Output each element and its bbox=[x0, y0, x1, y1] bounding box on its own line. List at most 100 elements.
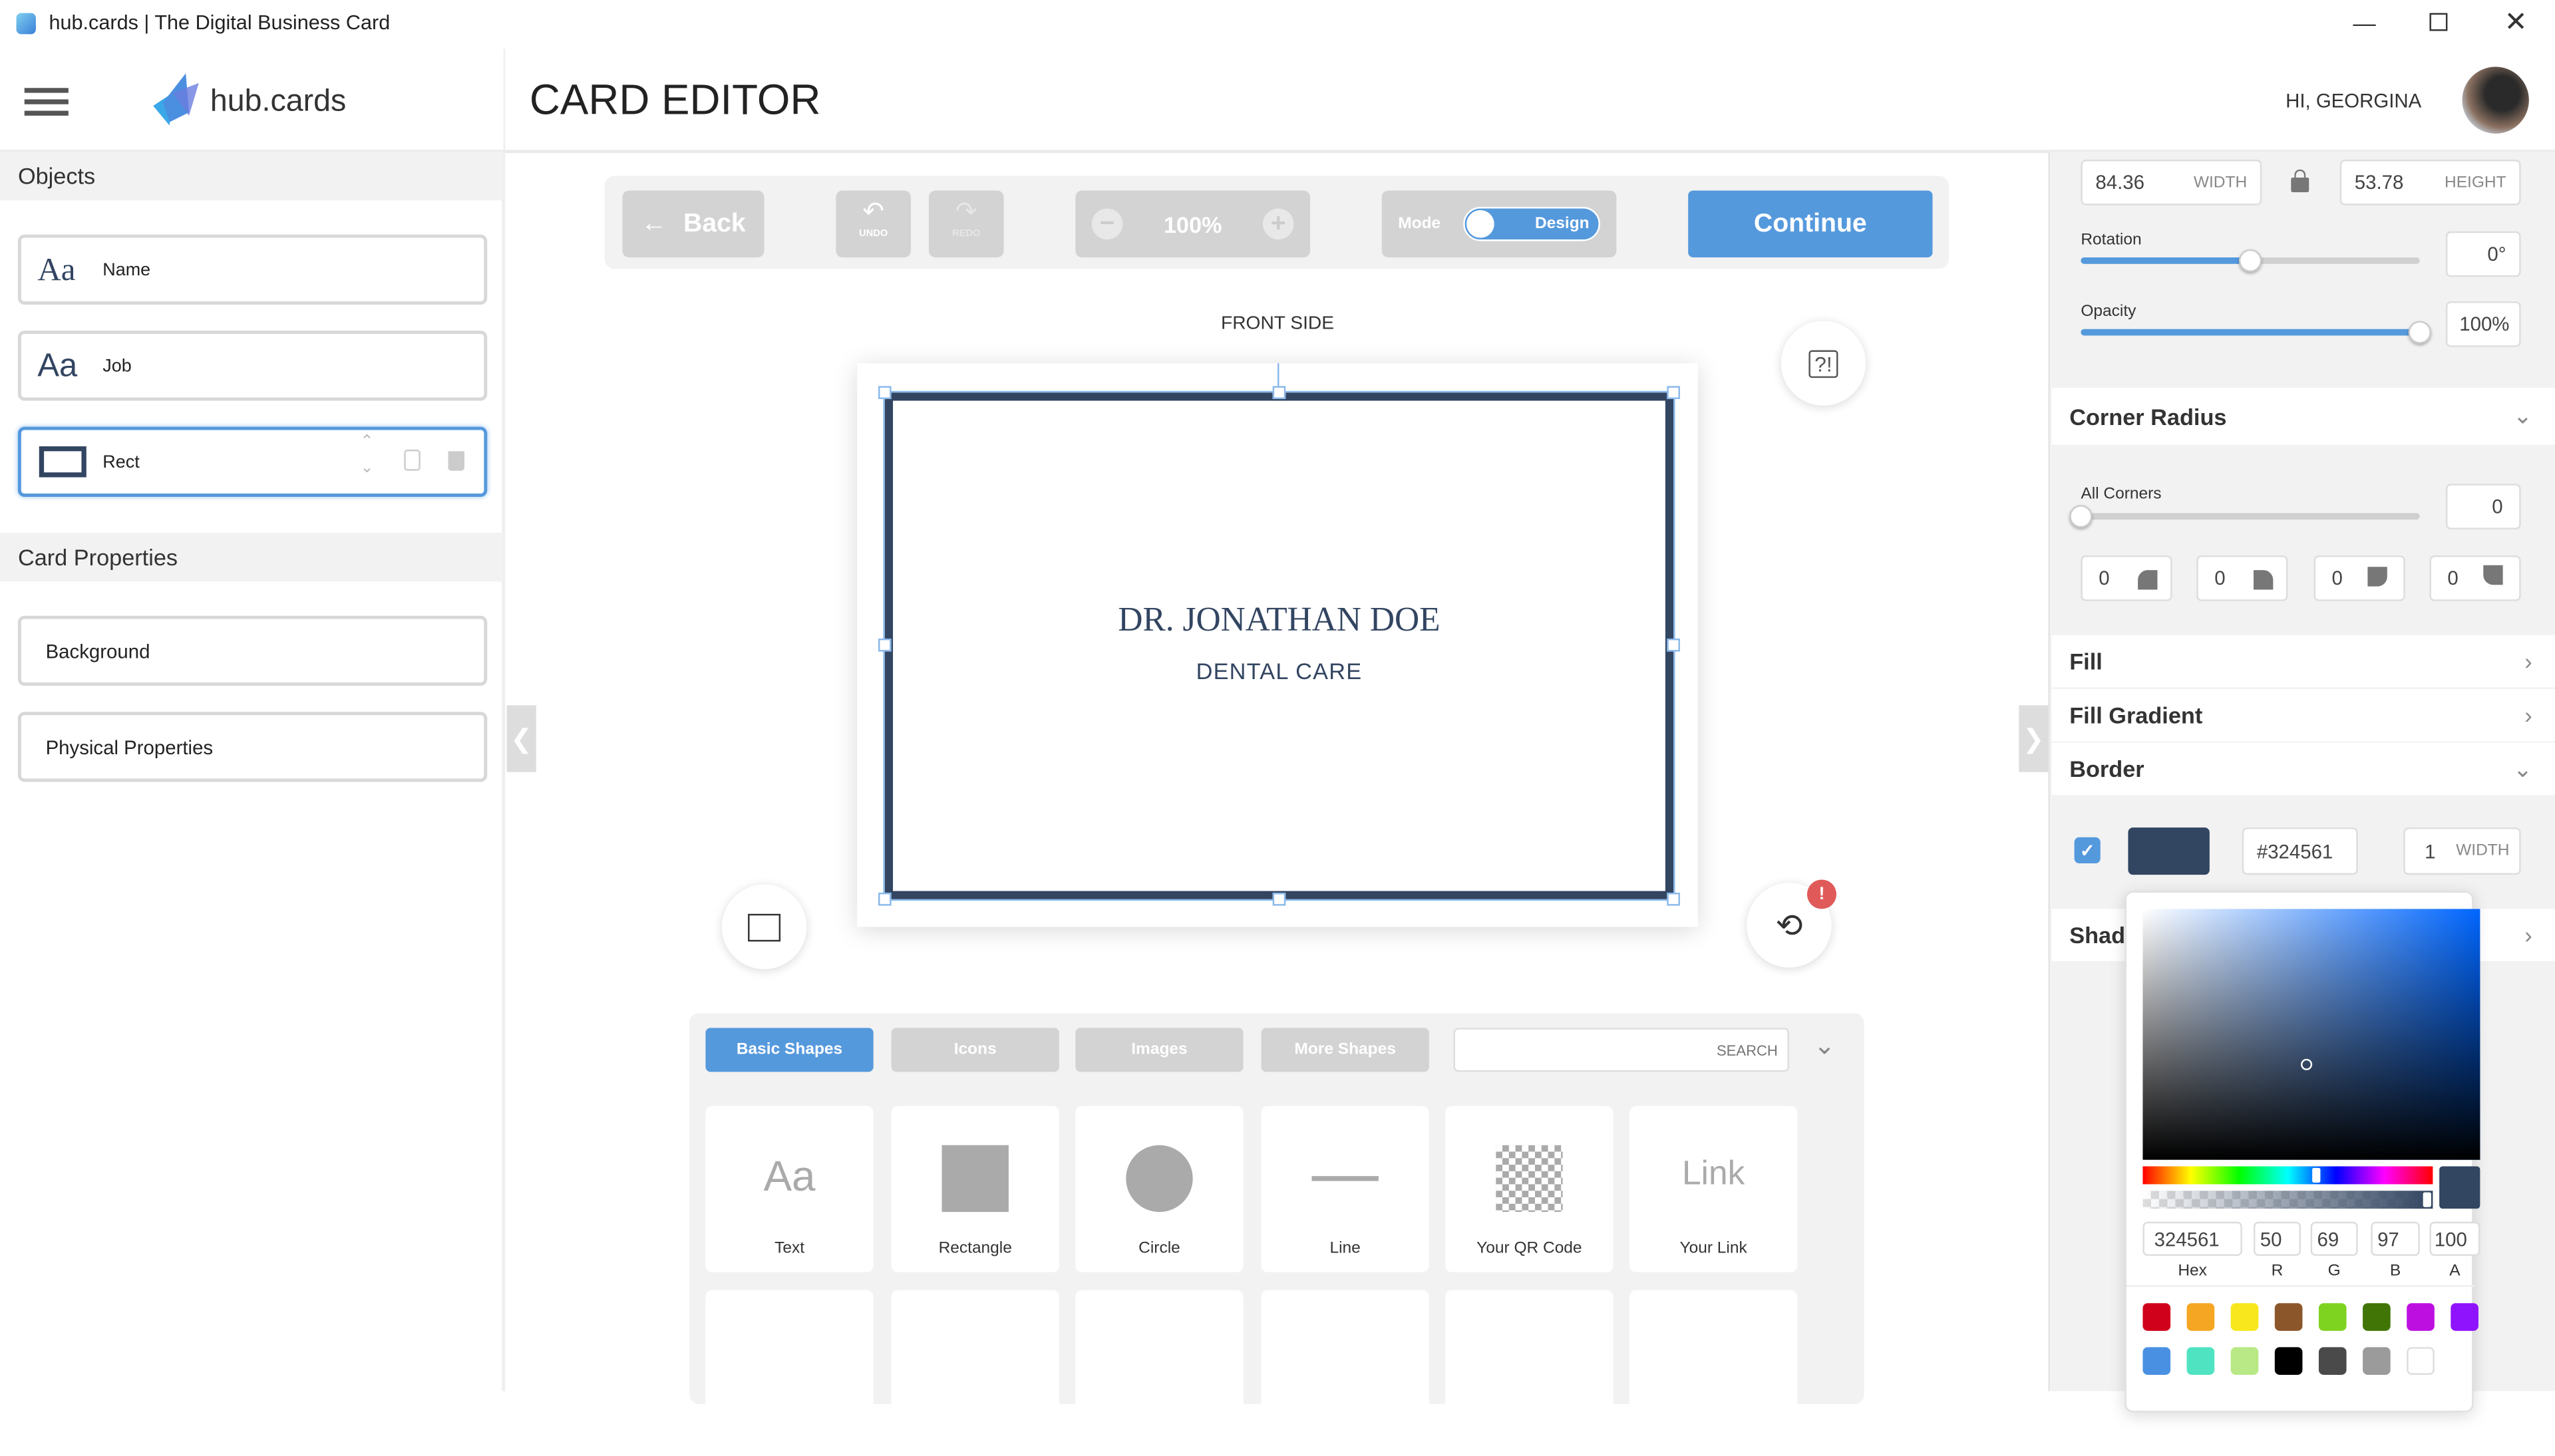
border-hex-input[interactable]: #324561 bbox=[2242, 827, 2358, 875]
border-width-input[interactable]: 1 WIDTH bbox=[2403, 827, 2521, 875]
shape-slot[interactable] bbox=[891, 1290, 1059, 1456]
color-swatch[interactable] bbox=[2363, 1347, 2391, 1375]
corner-bottom-right-input[interactable]: 0 bbox=[2313, 555, 2405, 601]
color-swatch[interactable] bbox=[2142, 1347, 2171, 1375]
hue-slider-thumb[interactable] bbox=[2312, 1167, 2321, 1183]
resize-handle[interactable] bbox=[878, 386, 892, 400]
opacity-slider[interactable] bbox=[2081, 329, 2420, 336]
maximize-button[interactable] bbox=[2429, 13, 2448, 31]
color-swatch[interactable] bbox=[2186, 1303, 2215, 1331]
rotation-input[interactable]: 0° bbox=[2445, 231, 2521, 277]
tab-basic-shapes[interactable]: Basic Shapes bbox=[705, 1028, 874, 1072]
shape-rectangle[interactable]: Rectangle bbox=[891, 1105, 1059, 1272]
shape-line[interactable]: Line bbox=[1261, 1105, 1429, 1272]
physical-properties-button[interactable]: Physical Properties bbox=[17, 712, 488, 782]
border-header[interactable]: Border ⌄ bbox=[2051, 742, 2555, 796]
object-item-name[interactable]: Aa Name bbox=[17, 234, 488, 305]
resize-handle[interactable] bbox=[1272, 893, 1286, 906]
shape-link[interactable]: Link Your Link bbox=[1629, 1105, 1798, 1272]
zoom-in-button[interactable]: + bbox=[1262, 208, 1294, 240]
color-swatch[interactable] bbox=[2407, 1303, 2435, 1331]
corner-top-right-input[interactable]: 0 bbox=[2196, 555, 2288, 601]
move-down-icon[interactable]: ⌄ bbox=[360, 460, 374, 478]
duplicate-icon[interactable] bbox=[404, 449, 421, 471]
picker-r-input[interactable]: 50 bbox=[2253, 1221, 2301, 1256]
fill-gradient-header[interactable]: Fill Gradient › bbox=[2051, 688, 2555, 742]
all-corners-slider[interactable] bbox=[2081, 513, 2420, 520]
all-corners-slider-thumb[interactable] bbox=[2069, 505, 2093, 528]
menu-icon[interactable] bbox=[24, 88, 69, 116]
color-swatch[interactable] bbox=[2186, 1347, 2215, 1375]
chevron-down-icon[interactable]: ⌄ bbox=[1814, 1030, 1836, 1062]
color-swatch[interactable] bbox=[2230, 1303, 2259, 1331]
color-swatch[interactable] bbox=[2274, 1347, 2303, 1375]
zoom-out-button[interactable]: − bbox=[1091, 208, 1123, 240]
fill-header[interactable]: Fill › bbox=[2051, 635, 2555, 688]
shape-slot[interactable] bbox=[1445, 1290, 1614, 1456]
avatar[interactable] bbox=[2462, 67, 2529, 134]
close-window-button[interactable]: ✕ bbox=[2493, 5, 2539, 41]
shape-slot[interactable] bbox=[1261, 1290, 1429, 1456]
shape-slot[interactable] bbox=[1075, 1290, 1244, 1456]
tab-icons[interactable]: Icons bbox=[891, 1028, 1059, 1072]
card-job-text[interactable]: DENTAL CARE bbox=[857, 658, 1701, 684]
mode-toggle[interactable]: Design bbox=[1463, 207, 1600, 241]
shape-slot[interactable] bbox=[705, 1290, 874, 1456]
crop-button[interactable] bbox=[721, 884, 807, 970]
resize-handle[interactable] bbox=[1667, 893, 1680, 906]
collapse-right-button[interactable]: ❯ bbox=[2019, 705, 2049, 772]
picker-a-input[interactable]: 100 bbox=[2429, 1221, 2480, 1256]
color-cursor[interactable] bbox=[2300, 1058, 2313, 1070]
move-up-icon[interactable]: ⌃ bbox=[360, 433, 374, 451]
minimize-button[interactable]: — bbox=[2340, 7, 2389, 39]
width-input[interactable]: 84.36 WIDTH bbox=[2081, 160, 2262, 206]
shape-circle[interactable]: Circle bbox=[1075, 1105, 1244, 1272]
opacity-input[interactable]: 100% bbox=[2445, 301, 2521, 347]
color-swatch[interactable] bbox=[2407, 1347, 2435, 1375]
resize-handle[interactable] bbox=[878, 639, 892, 652]
shape-qr-code[interactable]: Your QR Code bbox=[1445, 1105, 1614, 1272]
background-button[interactable]: Background bbox=[17, 615, 488, 686]
alpha-slider[interactable] bbox=[2142, 1191, 2433, 1209]
resize-handle[interactable] bbox=[878, 893, 892, 906]
shapes-search-input[interactable] bbox=[1453, 1028, 1790, 1072]
hue-slider[interactable] bbox=[2142, 1166, 2433, 1185]
color-swatch[interactable] bbox=[2318, 1303, 2347, 1331]
card-name-text[interactable]: DR. JONATHAN DOE bbox=[857, 599, 1701, 640]
color-swatch[interactable] bbox=[2318, 1347, 2347, 1375]
tab-images[interactable]: Images bbox=[1075, 1028, 1244, 1072]
resize-handle[interactable] bbox=[1667, 386, 1680, 400]
alpha-slider-thumb[interactable] bbox=[2423, 1192, 2431, 1207]
all-corners-input[interactable]: 0 bbox=[2445, 484, 2521, 529]
border-color-swatch[interactable] bbox=[2128, 827, 2210, 875]
help-button[interactable]: ?! bbox=[1781, 321, 1866, 406]
continue-button[interactable]: Continue bbox=[1688, 190, 1933, 257]
redo-button[interactable]: ↷ REDO bbox=[928, 190, 1004, 257]
height-input[interactable]: 53.78 HEIGHT bbox=[2339, 160, 2521, 206]
undo-button[interactable]: ↶ UNDO bbox=[836, 190, 911, 257]
object-item-rect[interactable]: Rect ⌃ ⌄ bbox=[17, 426, 488, 497]
color-swatch[interactable] bbox=[2274, 1303, 2303, 1331]
tab-more-shapes[interactable]: More Shapes bbox=[1261, 1028, 1429, 1072]
picker-b-input[interactable]: 97 bbox=[2371, 1221, 2420, 1256]
saturation-value-area[interactable] bbox=[2142, 909, 2480, 1160]
picker-g-input[interactable]: 69 bbox=[2310, 1221, 2358, 1256]
color-swatch[interactable] bbox=[2451, 1303, 2478, 1331]
resize-handle[interactable] bbox=[1667, 639, 1680, 652]
back-button[interactable]: ← Back bbox=[622, 190, 765, 257]
color-swatch[interactable] bbox=[2230, 1347, 2259, 1375]
corner-radius-header[interactable]: Corner Radius ⌄ bbox=[2051, 387, 2555, 445]
shape-slot[interactable] bbox=[1629, 1290, 1798, 1456]
color-swatch[interactable] bbox=[2363, 1303, 2391, 1331]
color-swatch[interactable] bbox=[2142, 1303, 2171, 1331]
corner-bottom-left-input[interactable]: 0 bbox=[2429, 555, 2521, 601]
rotation-slider-thumb[interactable] bbox=[2238, 249, 2262, 272]
picker-hex-input[interactable]: 324561 bbox=[2142, 1221, 2242, 1256]
lock-icon[interactable] bbox=[2291, 169, 2309, 192]
trash-icon[interactable] bbox=[448, 451, 464, 471]
opacity-slider-thumb[interactable] bbox=[2408, 321, 2431, 344]
shape-text[interactable]: Aa Text bbox=[705, 1105, 874, 1272]
corner-top-left-input[interactable]: 0 bbox=[2081, 555, 2172, 601]
collapse-left-button[interactable]: ❮ bbox=[506, 705, 536, 772]
object-item-job[interactable]: Aa Job bbox=[17, 331, 488, 401]
